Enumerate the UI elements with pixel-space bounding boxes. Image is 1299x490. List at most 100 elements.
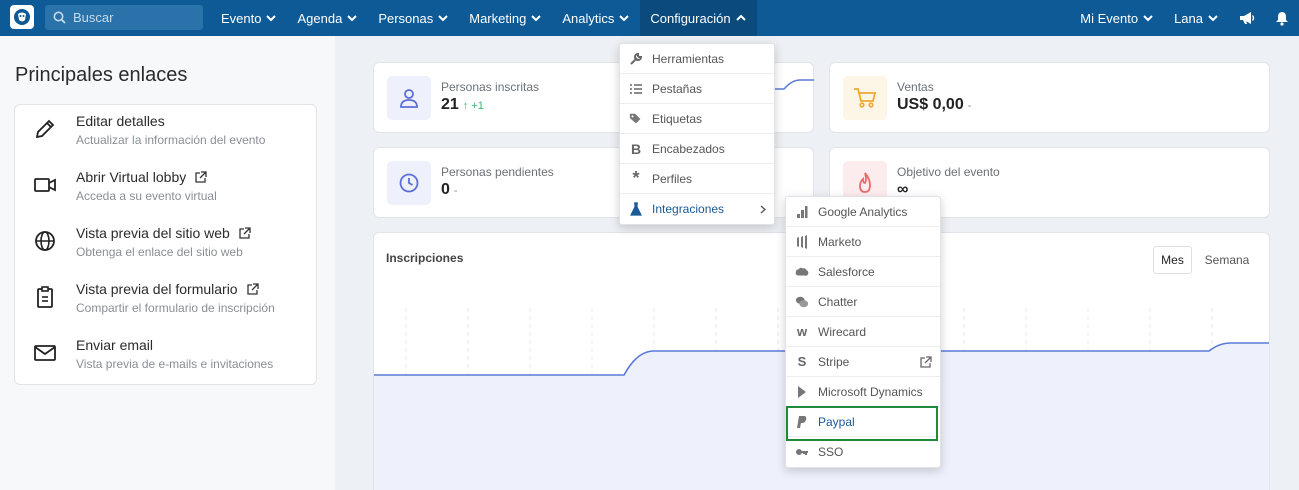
configuracion-menu: Herramientas Pestañas Etiquetas B Encabe… (619, 43, 775, 225)
logo-icon (14, 9, 30, 25)
link-subtitle: Compartir el formulario de inscripción (76, 301, 275, 315)
link-vista-previa-formulario[interactable]: Vista previa del formulario Compartir el… (15, 273, 318, 325)
link-editar-detalles[interactable]: Editar detalles Actualizar la informació… (15, 105, 318, 157)
menu-item-label: Wirecard (818, 324, 867, 339)
link-title: Editar detalles (76, 113, 165, 129)
stat-label: Personas pendientes (441, 165, 554, 179)
link-vista-previa-sitio[interactable]: Vista previa del sitio web Obtenga el en… (15, 217, 318, 269)
nav-mi-evento-label: Mi Evento (1080, 10, 1139, 26)
menu-item-marketo[interactable]: Marketo (786, 227, 940, 257)
chevron-right-icon (760, 205, 766, 214)
menu-item-label: Chatter (818, 294, 858, 309)
link-subtitle: Obtenga el enlace del sitio web (76, 245, 243, 259)
stat-label: Objetivo del evento (897, 165, 1000, 179)
link-title-text: Vista previa del formulario (76, 281, 238, 297)
app-logo[interactable] (10, 5, 34, 29)
list-icon (629, 82, 643, 96)
link-virtual-lobby[interactable]: Abrir Virtual lobby Acceda a su evento v… (15, 161, 318, 213)
link-subtitle: Acceda a su evento virtual (76, 189, 217, 203)
flask-icon (629, 202, 643, 216)
nav-evento[interactable]: Evento (211, 0, 287, 36)
link-enviar-email[interactable]: Enviar email Vista previa de e-mails e i… (15, 329, 318, 381)
stat-value: US$ 0,00 - (897, 96, 971, 114)
menu-item-label: Pestañas (652, 81, 703, 96)
menu-item-chatter[interactable]: Chatter (786, 287, 940, 317)
main-nav: Evento Agenda Personas Marketing Analyti… (211, 0, 757, 36)
link-title: Enviar email (76, 337, 153, 353)
link-title-text: Editar detalles (76, 113, 165, 129)
stripe-icon: S (797, 354, 807, 369)
tags-icon (629, 112, 643, 126)
external-link-icon (246, 282, 259, 295)
menu-item-herramientas[interactable]: Herramientas (620, 44, 774, 74)
bold-icon: B (630, 140, 642, 157)
link-subtitle: Vista previa de e-mails e invitaciones (76, 357, 274, 371)
menu-item-etiquetas[interactable]: Etiquetas (620, 104, 774, 134)
asterisk-icon: * (632, 168, 640, 188)
panel-title: Principales enlaces (15, 64, 188, 86)
nav-right: Mi Evento Lana (1070, 0, 1299, 36)
globe-icon (35, 231, 55, 251)
nav-user-label: Lana (1174, 10, 1203, 26)
nav-user-lana[interactable]: Lana (1164, 0, 1229, 36)
stat-card-ventas[interactable]: Ventas US$ 0,00 - (829, 62, 1270, 133)
stat-value: 0 - (441, 181, 458, 199)
link-title: Vista previa del sitio web (76, 225, 251, 241)
notifications-button[interactable] (1265, 0, 1299, 36)
clock-icon (399, 173, 419, 193)
stat-delta: ↑ +1 (462, 100, 484, 112)
stat-value-number: 0 (441, 181, 450, 198)
microsoft-dynamics-icon (795, 385, 809, 399)
wrench-icon (629, 52, 643, 66)
search-input[interactable] (73, 10, 193, 25)
megaphone-icon (1240, 12, 1255, 24)
search-box[interactable] (45, 5, 203, 30)
menu-item-integraciones[interactable]: Integraciones (620, 194, 774, 224)
menu-item-perfiles[interactable]: * Perfiles (620, 164, 774, 194)
chevron-down-icon (438, 15, 448, 22)
cart-icon (854, 88, 877, 108)
envelope-icon (34, 345, 56, 361)
stat-value-number: US$ 0,00 (897, 96, 964, 113)
nav-personas[interactable]: Personas (368, 0, 459, 36)
chevron-down-icon (347, 15, 358, 22)
nav-analytics[interactable]: Analytics (552, 0, 640, 36)
search-icon (53, 11, 66, 24)
menu-item-label: Stripe (818, 354, 850, 369)
nav-agenda[interactable]: Agenda (287, 0, 368, 36)
stat-label: Personas inscritas (441, 80, 540, 94)
stat-value-number: 21 (441, 96, 459, 113)
chevron-down-icon (1143, 15, 1153, 22)
quick-links-panel: Principales enlaces Editar detalles Actu… (0, 36, 335, 490)
google-analytics-icon (795, 205, 809, 219)
link-title-text: Abrir Virtual lobby (76, 169, 187, 185)
nav-mi-evento[interactable]: Mi Evento (1070, 0, 1164, 36)
menu-item-label: SSO (818, 445, 844, 459)
menu-item-microsoft-dynamics[interactable]: Microsoft Dynamics (786, 377, 940, 407)
menu-item-encabezados[interactable]: B Encabezados (620, 134, 774, 164)
stat-icon-box (387, 76, 431, 120)
chevron-down-icon (266, 15, 277, 22)
quick-links-card: Editar detalles Actualizar la informació… (14, 104, 317, 385)
menu-item-sso[interactable]: SSO (786, 437, 940, 467)
nav-marketing[interactable]: Marketing (459, 0, 552, 36)
stat-icon-box (843, 76, 887, 120)
nav-configuracion[interactable]: Configuración (640, 0, 757, 36)
menu-item-label: Perfiles (652, 171, 693, 186)
menu-item-salesforce[interactable]: Salesforce (786, 257, 940, 287)
link-title-text: Enviar email (76, 337, 154, 353)
paypal-highlight-box (786, 406, 938, 441)
menu-item-label: Marketo (818, 234, 862, 249)
user-icon (400, 89, 418, 108)
menu-item-google-analytics[interactable]: Google Analytics (786, 197, 940, 227)
menu-item-wirecard[interactable]: w Wirecard (786, 317, 940, 347)
external-link-icon (920, 356, 932, 368)
bell-icon (1276, 11, 1288, 26)
menu-item-pestanas[interactable]: Pestañas (620, 74, 774, 104)
announcements-button[interactable] (1229, 0, 1265, 36)
key-icon (795, 445, 809, 459)
menu-item-label: Salesforce (818, 264, 875, 279)
menu-item-stripe[interactable]: S Stripe (786, 347, 940, 377)
stat-delta: - (967, 100, 972, 112)
chevron-down-icon (619, 15, 630, 22)
